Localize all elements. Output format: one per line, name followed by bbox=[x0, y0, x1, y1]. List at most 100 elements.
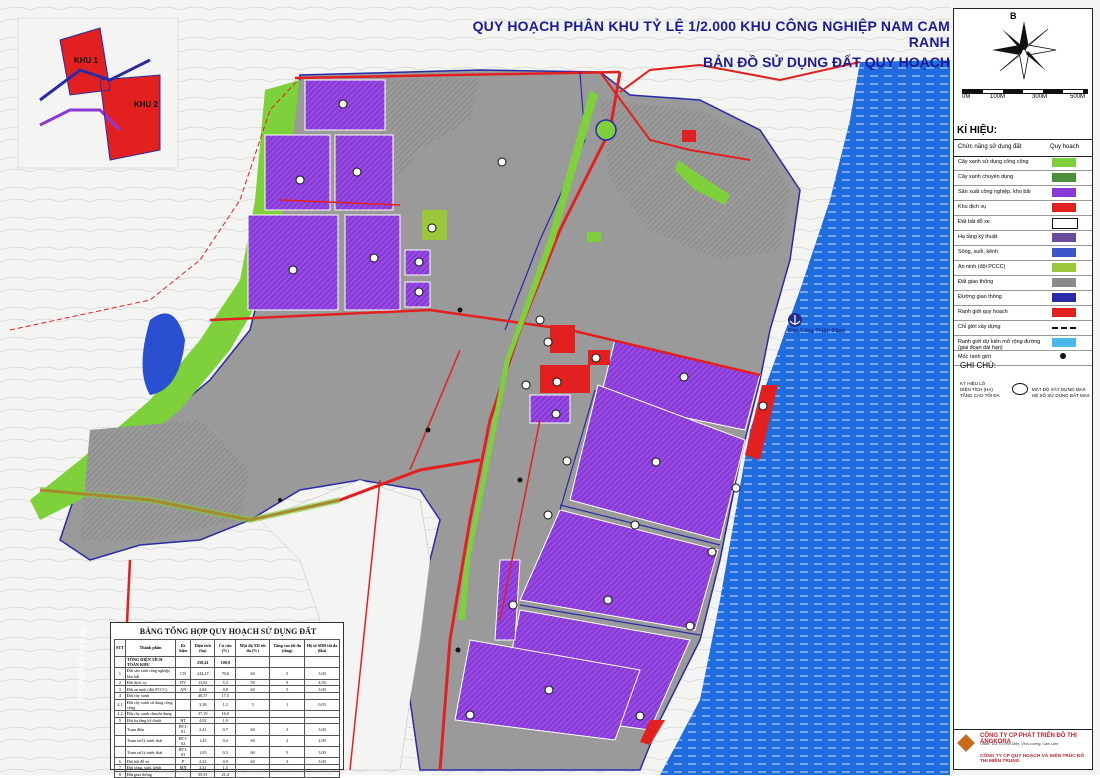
table-cell: 60 bbox=[235, 667, 271, 680]
service-block bbox=[682, 130, 696, 142]
table-cell: 40,57 bbox=[190, 692, 216, 700]
legend-label: Đất giao thông bbox=[958, 279, 994, 285]
table-cell bbox=[269, 764, 306, 772]
legend-label: Đường giao thông bbox=[958, 294, 1002, 300]
inset-map bbox=[17, 17, 179, 169]
table-cell: 3,00 bbox=[304, 723, 340, 736]
table-cell: 7 bbox=[114, 764, 126, 772]
park-block bbox=[587, 232, 601, 242]
table-cell bbox=[235, 655, 271, 669]
table-cell: HT1-01 bbox=[175, 723, 192, 736]
legend-row: Đường giao thông bbox=[954, 290, 1092, 306]
table-cell bbox=[235, 692, 271, 700]
table-cell bbox=[269, 770, 306, 778]
table-row: 8 Đất giao thông 55,31 21,4 bbox=[114, 770, 340, 778]
table-cell: 5 bbox=[235, 698, 271, 712]
table-cell: 3,00 bbox=[304, 667, 340, 680]
legend-swatch bbox=[1052, 327, 1076, 329]
table-cell: Đất giao thông bbox=[124, 770, 177, 778]
legend-swatch bbox=[1052, 308, 1076, 317]
legend-swatch bbox=[1052, 263, 1076, 272]
legend-label: Mốc ranh giới bbox=[958, 354, 991, 360]
table-cell: 4,50 bbox=[304, 678, 340, 687]
table-cell bbox=[175, 655, 192, 669]
table-cell: 60 bbox=[235, 734, 271, 748]
table-cell: 4 bbox=[114, 692, 126, 700]
legend-row: Sản xuất công nghiệp, kho bãi bbox=[954, 185, 1092, 201]
note-line: TẦNG CAO TỐI ĐA bbox=[960, 393, 1000, 398]
scale-tick: 500M bbox=[1070, 94, 1086, 100]
company-block: CÔNG TY CP PHÁT TRIỂN ĐÔ THỊ ANGKORA Off… bbox=[954, 729, 1092, 770]
table-cell: 3,00 bbox=[304, 685, 340, 693]
table-row: 2 Đất dịch vụ DV 13,62 5,3 50 9 4,50 bbox=[114, 678, 340, 687]
table-cell: 2,84 bbox=[190, 685, 216, 693]
table-row: 6 Đất bãi đỗ xe P 2,22 0,9 60 3 3,00 bbox=[114, 757, 340, 765]
table-cell: 3,41 bbox=[190, 764, 216, 772]
table-header-cell: Diện tích (ha) bbox=[190, 639, 216, 657]
table-cell: 21,4 bbox=[214, 770, 237, 778]
table-body: TỔNG DIỆN TÍCH TOÀN KHU 258,41 100,0 1 Đất s… bbox=[114, 655, 340, 778]
table-cell: 70,6 bbox=[214, 667, 237, 680]
table-cell: 50 bbox=[235, 678, 271, 687]
legend-swatch bbox=[1052, 173, 1076, 182]
table-cell: 4.2 bbox=[114, 710, 126, 718]
service-block bbox=[540, 365, 590, 393]
note-line: MẬT ĐỘ XÂY DỰNG MAX bbox=[1032, 387, 1086, 392]
company-info: Office: 103 Tô Vĩnh Diện, Vĩnh Lương, Ca… bbox=[980, 742, 1058, 746]
table-cell: 16,0 bbox=[214, 710, 237, 718]
scale-tick: 0M bbox=[962, 94, 971, 100]
legend-panel: B 0M 100M 300M 500M KÍ HIỆU: Chức năng s… bbox=[953, 8, 1093, 770]
legend-swatch bbox=[1060, 353, 1066, 359]
table-header-cell: Cơ cấu (%) bbox=[214, 639, 237, 657]
legend-row: Khu dịch vụ bbox=[954, 200, 1092, 216]
table-cell: 0,8 bbox=[214, 685, 237, 693]
table-cell: Đất cây xanh chuyên dụng bbox=[124, 710, 177, 718]
table-cell: 0,9 bbox=[214, 757, 237, 765]
table-cell: 3 bbox=[114, 685, 126, 693]
table-cell: HT1-02 bbox=[175, 734, 192, 748]
table-cell bbox=[304, 716, 340, 725]
table-cell bbox=[269, 710, 306, 718]
legend-swatch bbox=[1052, 188, 1076, 197]
table-cell: 2 bbox=[269, 734, 306, 748]
table-cell bbox=[235, 770, 271, 778]
table-cell: 2,41 bbox=[190, 723, 216, 736]
note-line: DIỆN TÍCH (HA) bbox=[960, 387, 993, 392]
table-cell: HT bbox=[175, 716, 192, 725]
legend-label: Sông, suối, kênh bbox=[958, 249, 999, 255]
table-cell bbox=[304, 710, 340, 718]
table-cell: 2 bbox=[114, 678, 126, 687]
legend-row: Ranh giới dự kiến mở rộng đường (giai đo… bbox=[954, 335, 1092, 351]
table-cell: 5 bbox=[269, 745, 306, 759]
note-symbol bbox=[1012, 383, 1028, 395]
table-cell: TỔNG DIỆN TÍCH TOÀN KHU bbox=[124, 655, 177, 669]
legend-label: Chỉ giới xây dựng bbox=[958, 324, 1001, 330]
table-cell: Đất cây xanh sử dụng công cộng bbox=[124, 698, 177, 712]
table-cell: 5 bbox=[269, 667, 306, 680]
table-cell: 4.1 bbox=[114, 698, 126, 712]
table-cell bbox=[175, 692, 192, 700]
table-row: TỔNG DIỆN TÍCH TOÀN KHU 258,41 100,0 bbox=[114, 655, 340, 669]
table-cell bbox=[175, 698, 192, 712]
table-cell: 1 bbox=[269, 698, 306, 712]
table-cell: 3 bbox=[269, 723, 306, 736]
scale-bar: 0M 100M 300M 500M bbox=[962, 89, 1088, 111]
table-row: Trạm điện HT1-01 2,41 0,7 60 3 3,00 bbox=[114, 723, 340, 736]
table-cell: 1,45 bbox=[190, 734, 216, 748]
table-cell bbox=[269, 692, 306, 700]
table-cell bbox=[114, 745, 126, 759]
table-cell: 0,7 bbox=[214, 723, 237, 736]
scale-tick: 100M bbox=[990, 94, 1006, 100]
table-cell: DV bbox=[175, 678, 192, 687]
table-cell: 1,3 bbox=[214, 764, 237, 772]
table-header-cell: Hệ số SDĐ tối đa (lần) bbox=[304, 639, 340, 657]
company-logo-icon bbox=[957, 734, 975, 752]
scale-tick: 300M bbox=[1032, 94, 1048, 100]
table-cell: 60 bbox=[235, 723, 271, 736]
table-cell: Đất dịch vụ bbox=[124, 678, 177, 687]
legend-label: Đất bãi đỗ xe bbox=[958, 219, 990, 225]
table-cell: 244,27 bbox=[190, 667, 216, 680]
note-line: HỆ SỐ SỬ DỤNG ĐẤT MAX bbox=[1032, 393, 1090, 398]
legend-title: KÍ HIỆU: bbox=[957, 125, 997, 136]
table-cell: Đất an ninh (đội PCCC) bbox=[124, 685, 177, 693]
